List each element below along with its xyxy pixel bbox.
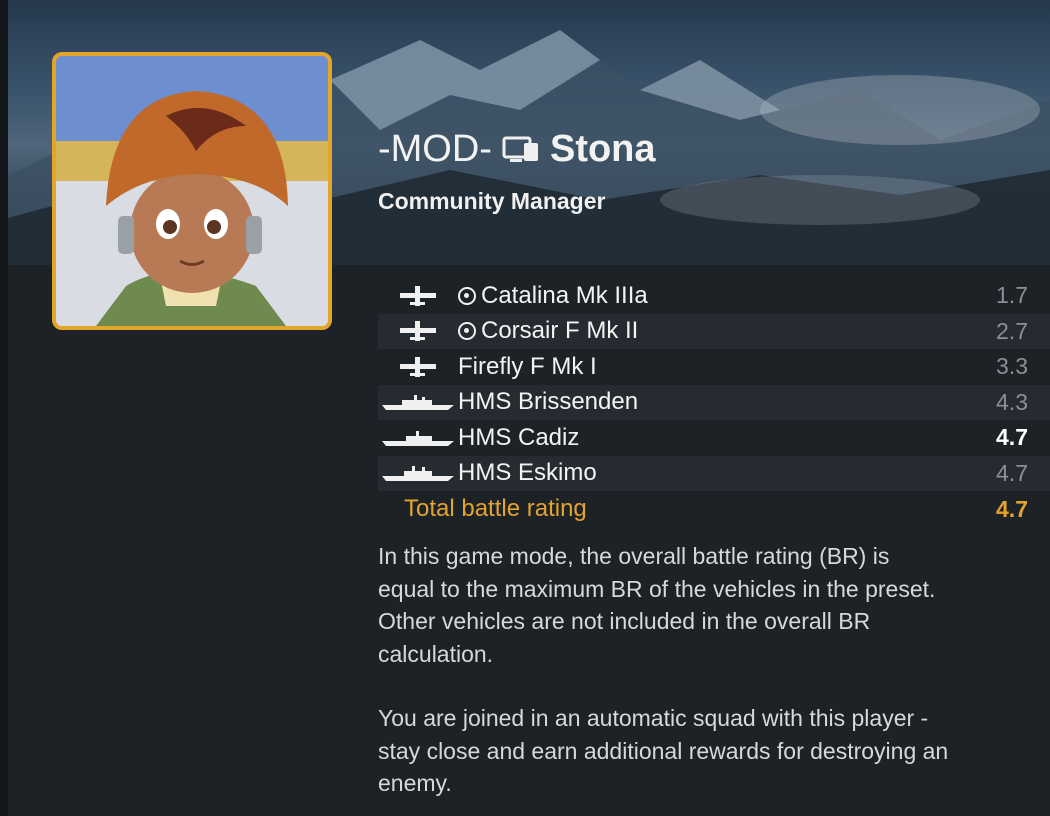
vehicle-row[interactable]: Corsair F Mk II 2.7 bbox=[378, 313, 1050, 349]
vehicle-name: Catalina Mk IIIa bbox=[481, 281, 648, 309]
vehicle-br: 4.7 bbox=[996, 424, 1028, 451]
player-name: Stona bbox=[549, 128, 656, 170]
vehicle-row[interactable]: HMS Brissenden 4.3 bbox=[378, 384, 1050, 420]
plane-icon bbox=[400, 321, 436, 342]
description-paragraph: You are joined in an automatic squad wit… bbox=[378, 705, 949, 796]
player-nickname: -MOD- Stona bbox=[378, 128, 656, 171]
player-avatar[interactable] bbox=[52, 52, 332, 330]
ship-icon bbox=[382, 430, 454, 446]
vehicle-br: 4.7 bbox=[996, 459, 1028, 486]
ship-icon bbox=[382, 466, 454, 482]
description: In this game mode, the overall battle ra… bbox=[378, 540, 1050, 816]
vehicle-br: 1.7 bbox=[996, 282, 1028, 309]
plane-icon bbox=[400, 356, 436, 377]
total-battle-rating: Total battle rating 4.7 bbox=[378, 491, 1050, 527]
vehicle-br: 3.3 bbox=[996, 353, 1028, 380]
vehicle-name: HMS Eskimo bbox=[458, 459, 597, 487]
premium-target-icon bbox=[458, 322, 476, 341]
vehicle-name: HMS Brissenden bbox=[458, 388, 639, 416]
player-title: Community Manager bbox=[378, 188, 606, 214]
pc-monitor-icon bbox=[502, 136, 538, 162]
player-card: -MOD- Stona Community Manager Catalina M… bbox=[0, 0, 1050, 816]
clan-tag: -MOD- bbox=[378, 128, 492, 170]
vehicle-name: Firefly F Mk I bbox=[458, 352, 597, 380]
vehicle-row[interactable]: Firefly F Mk I 3.3 bbox=[378, 349, 1050, 385]
ship-icon bbox=[382, 395, 454, 411]
premium-target-icon bbox=[458, 286, 476, 305]
total-label: Total battle rating bbox=[404, 495, 587, 522]
plane-icon bbox=[400, 285, 436, 306]
vehicle-name: HMS Cadiz bbox=[458, 423, 580, 451]
vehicle-name: Corsair F Mk II bbox=[481, 317, 639, 345]
vehicle-list: Catalina Mk IIIa 1.7 Corsair F Mk II 2.7… bbox=[378, 278, 1050, 527]
vehicle-br: 4.3 bbox=[996, 388, 1028, 415]
vehicle-br: 2.7 bbox=[996, 317, 1028, 344]
vehicle-row[interactable]: Catalina Mk IIIa 1.7 bbox=[378, 278, 1050, 314]
left-edge bbox=[0, 0, 8, 816]
total-value: 4.7 bbox=[996, 495, 1028, 522]
vehicle-row[interactable]: HMS Cadiz 4.7 bbox=[378, 420, 1050, 456]
vehicle-row[interactable]: HMS Eskimo 4.7 bbox=[378, 455, 1050, 491]
description-paragraph: In this game mode, the overall battle ra… bbox=[378, 543, 936, 667]
